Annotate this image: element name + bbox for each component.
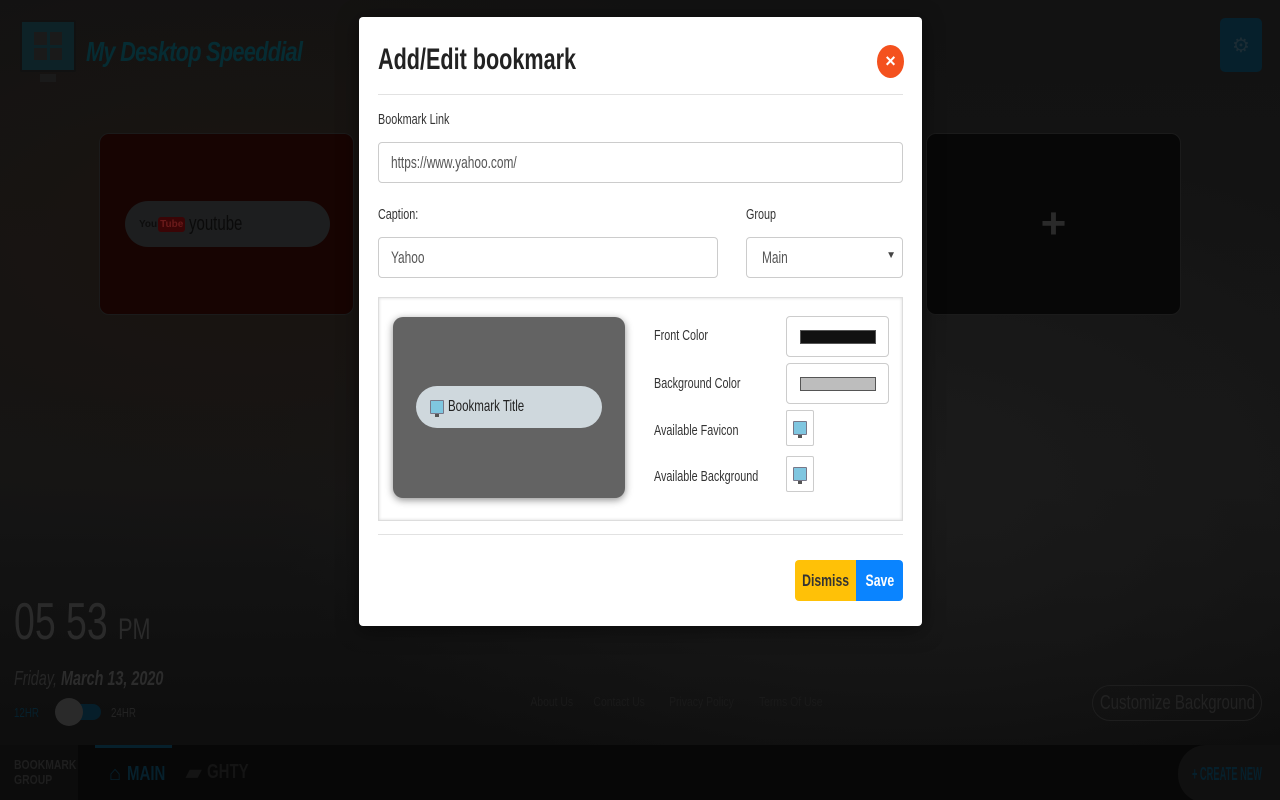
dismiss-label: Dismiss xyxy=(802,570,849,590)
plus-icon: + xyxy=(1040,199,1067,248)
switch-knob xyxy=(55,698,84,726)
front-color-label: Front Color xyxy=(654,327,709,344)
favicon-icon xyxy=(793,421,807,438)
group-tab-main-label: MAIN xyxy=(127,762,166,785)
bookmark-group-label: BOOKMARK GROUP xyxy=(0,745,78,800)
gears-icon: ⚙ xyxy=(1232,34,1250,57)
available-background-label: Available Background xyxy=(654,468,759,485)
caption-input[interactable]: Yahoo xyxy=(378,237,718,278)
close-button[interactable]: × xyxy=(877,45,904,78)
dismiss-button[interactable]: Dismiss xyxy=(795,560,856,601)
add-bookmark-tile[interactable]: + xyxy=(926,133,1181,315)
footer-link-about[interactable]: About Us xyxy=(530,694,573,709)
background-color-swatch xyxy=(799,376,876,391)
date-display: Friday, March 13, 2020 xyxy=(14,668,163,691)
youtube-logo-tube: Tube xyxy=(158,216,186,232)
app-logo-icon xyxy=(20,20,76,72)
footer-link-contact[interactable]: Contact Us xyxy=(594,694,645,709)
preview-title: Bookmark Title xyxy=(448,398,525,415)
footer-links: About Us Contact Us Privacy Policy Terms… xyxy=(525,694,830,709)
date-full: March 13, 2020 xyxy=(60,668,164,690)
group-tab-ghty[interactable]: ▰ GHTY xyxy=(186,745,263,800)
folder-icon: ▰ xyxy=(186,762,202,784)
plus-icon: + xyxy=(1192,763,1198,784)
footer-link-privacy[interactable]: Privacy Policy xyxy=(669,694,734,709)
footer-link-terms[interactable]: Terms Of Use xyxy=(759,694,823,709)
date-separator: , xyxy=(52,668,61,690)
hour-format-24: 24HR xyxy=(111,704,137,720)
favicon-icon xyxy=(430,400,444,417)
youtube-logo-you: You xyxy=(139,218,158,230)
available-favicon-button[interactable] xyxy=(786,410,814,446)
available-favicon-label: Available Favicon xyxy=(654,422,739,439)
modal-title: Add/Edit bookmark xyxy=(378,43,577,76)
chevron-down-icon: ▼ xyxy=(886,250,896,261)
customize-background-label: Customize Background xyxy=(1099,691,1255,714)
group-tab-ghty-label: GHTY xyxy=(207,761,250,783)
bookmark-group-label-line1: BOOKMARK xyxy=(14,757,77,772)
group-tab-main[interactable]: ⌂ MAIN xyxy=(95,745,172,800)
available-background-button[interactable] xyxy=(786,456,814,492)
background-image-icon xyxy=(793,467,807,484)
close-icon: × xyxy=(885,51,896,71)
group-label: Group xyxy=(746,206,777,223)
caption-label: Caption: xyxy=(378,206,419,223)
bookmark-group-label-line2: GROUP xyxy=(14,772,53,787)
bookmark-group-bar: BOOKMARK GROUP ⌂ MAIN ▰ GHTY xyxy=(0,745,1280,800)
group-select-value: Main xyxy=(762,248,788,267)
bookmark-tile-label: youtube xyxy=(189,212,243,235)
create-new-label: CREATE NEW xyxy=(1199,763,1262,784)
front-color-swatch xyxy=(799,329,876,344)
save-label: Save xyxy=(865,570,894,590)
clock-ampm: PM xyxy=(118,613,151,646)
bookmark-preview-panel: Bookmark Title Front Color Background Co… xyxy=(378,297,903,521)
front-color-picker[interactable] xyxy=(786,316,889,357)
bookmark-link-value: https://www.yahoo.com/ xyxy=(391,153,517,172)
footer-divider xyxy=(378,534,903,535)
header-divider xyxy=(378,94,903,95)
save-button[interactable]: Save xyxy=(856,560,903,601)
clock: 05 53 PM xyxy=(14,592,151,652)
brand-title: My Desktop Speeddial xyxy=(86,36,303,67)
bookmark-modal: Add/Edit bookmark × Bookmark Link https:… xyxy=(359,17,922,626)
group-select[interactable]: Main ▼ xyxy=(746,237,903,278)
create-new-button[interactable]: + CREATE NEW xyxy=(1178,745,1280,800)
date-weekday: Friday xyxy=(14,668,53,690)
background-color-picker[interactable] xyxy=(786,363,889,404)
bookmark-link-label: Bookmark Link xyxy=(378,111,450,128)
customize-background-button[interactable]: Customize Background xyxy=(1092,685,1262,721)
bookmark-tile-youtube[interactable]: You Tube youtube xyxy=(99,133,354,315)
hour-format-12: 12HR xyxy=(14,704,39,720)
preview-pill: Bookmark Title xyxy=(416,386,602,428)
background-color-label: Background Color xyxy=(654,375,741,392)
caption-value: Yahoo xyxy=(391,248,425,267)
clock-time: 05 53 xyxy=(14,593,108,651)
youtube-logo-icon: You Tube xyxy=(139,216,186,232)
bookmark-tile-pill: You Tube youtube xyxy=(125,201,330,247)
home-icon: ⌂ xyxy=(109,762,122,785)
hour-format-toggle: 12HR 24HR xyxy=(14,698,145,726)
bookmark-link-input[interactable]: https://www.yahoo.com/ xyxy=(378,142,903,183)
logo-stand xyxy=(40,74,56,82)
hour-format-switch[interactable] xyxy=(55,698,102,726)
preview-card: Bookmark Title xyxy=(393,317,625,498)
settings-button[interactable]: ⚙ xyxy=(1220,18,1262,72)
